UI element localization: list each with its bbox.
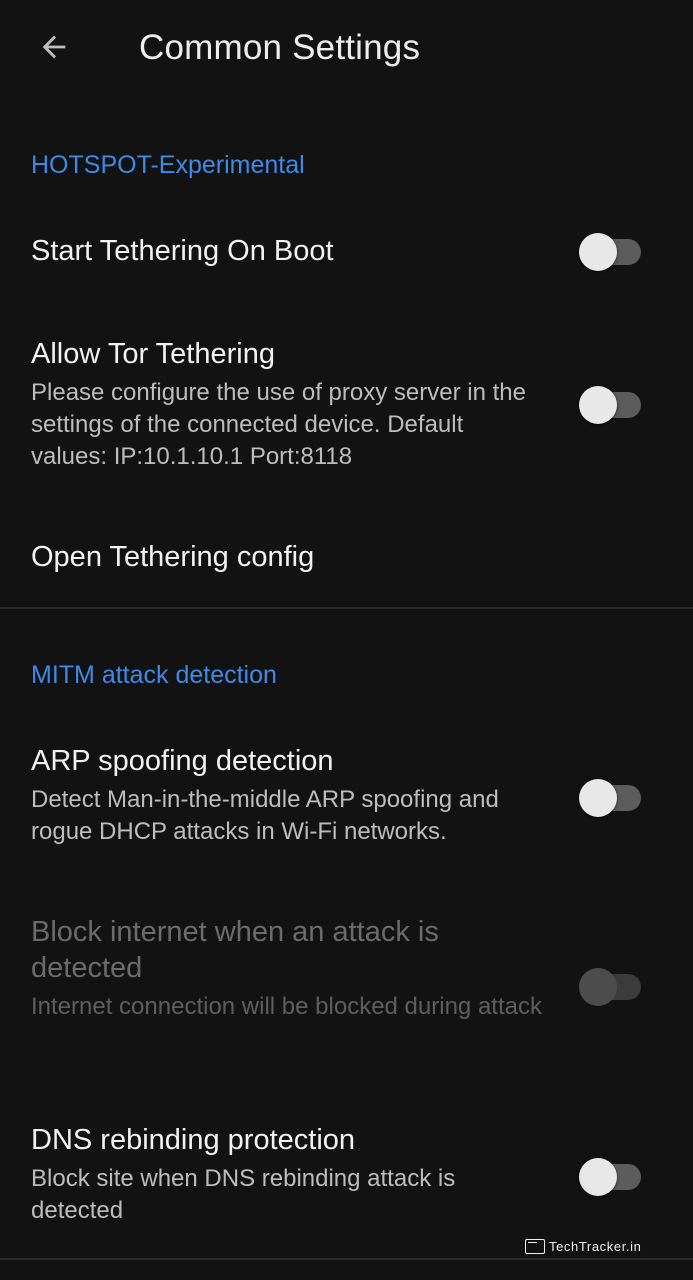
section-divider: [0, 607, 693, 609]
arp-detection-switch[interactable]: [579, 774, 641, 817]
switch-thumb: [579, 233, 617, 271]
pref-summary: Internet connection will be blocked duri…: [31, 993, 542, 1020]
switch-thumb: [579, 1158, 617, 1196]
pref-summary: Please configure the use of proxy server…: [31, 379, 526, 470]
watermark: TechTracker.in: [525, 1236, 641, 1256]
settings-screen: Common Settings HOTSPOT-Experimental Sta…: [0, 0, 693, 1280]
back-button[interactable]: [22, 22, 86, 72]
pref-block-internet-on-attack: Block internet when an attack is detecte…: [0, 896, 693, 1066]
dns-rebinding-switch[interactable]: [579, 1153, 641, 1196]
pref-allow-tor-tethering[interactable]: Allow Tor Tethering Please configure the…: [0, 318, 693, 488]
toolbar: Common Settings: [0, 0, 693, 96]
pref-arp-spoofing-detection[interactable]: ARP spoofing detection Detect Man-in-the…: [0, 726, 693, 866]
pref-dns-rebinding-protection[interactable]: DNS rebinding protection Block site when…: [0, 1106, 693, 1246]
pref-start-tethering-on-boot[interactable]: Start Tethering On Boot: [0, 208, 693, 292]
pref-title: Allow Tor Tethering: [31, 338, 275, 370]
page-title: Common Settings: [139, 28, 421, 67]
browser-icon: [525, 1238, 545, 1254]
pref-title: Open Tethering config: [31, 541, 315, 573]
pref-summary: Detect Man-in-the-middle ARP spoofing an…: [31, 786, 499, 845]
section-divider: [0, 1258, 693, 1260]
switch-thumb: [579, 968, 617, 1006]
allow-tor-switch[interactable]: [579, 381, 641, 424]
pref-open-tethering-config[interactable]: Open Tethering config: [0, 515, 693, 605]
pref-title: DNS rebinding protection: [31, 1124, 356, 1156]
pref-summary: Block site when DNS rebinding attack is …: [31, 1165, 456, 1224]
switch-thumb: [579, 779, 617, 817]
start-tethering-switch[interactable]: [579, 228, 641, 271]
section-header-mitm: MITM attack detection: [31, 661, 277, 689]
arrow-left-icon: [42, 35, 66, 59]
switch-thumb: [579, 386, 617, 424]
watermark-text: TechTracker.in: [549, 1238, 642, 1254]
block-internet-switch: [579, 963, 641, 1006]
pref-title: Block internet when an attack is detecte…: [31, 916, 439, 984]
pref-title: ARP spoofing detection: [31, 745, 334, 777]
pref-title: Start Tethering On Boot: [31, 235, 334, 267]
section-header-hotspot: HOTSPOT-Experimental: [31, 151, 305, 179]
